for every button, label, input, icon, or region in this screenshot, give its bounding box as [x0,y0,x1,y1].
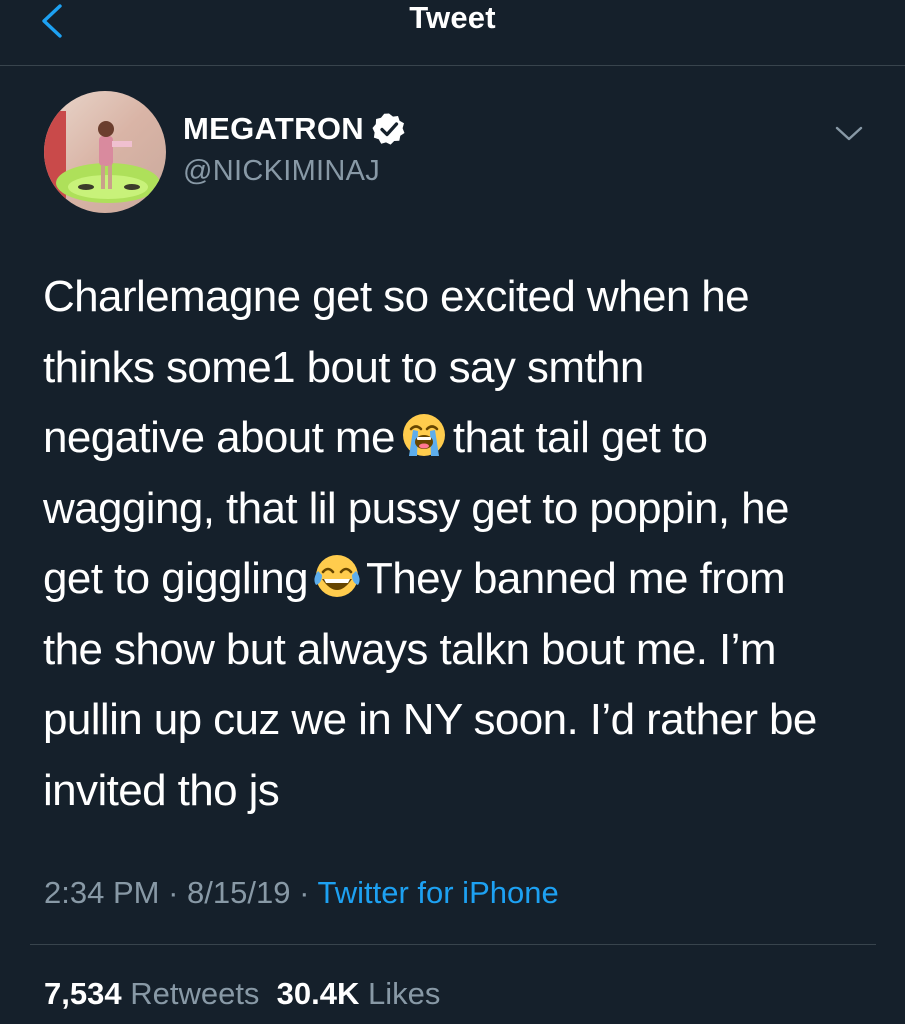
author-handle[interactable]: @NICKIMINAJ [183,153,380,189]
avatar-image [44,91,166,213]
meta-separator: · [168,875,179,910]
verified-badge-icon [372,113,405,145]
likes-stat[interactable]: 30.4K Likes [277,976,441,1011]
loudly-crying-face-emoji [402,414,445,456]
tweet-meta: 2:34 PM · 8/15/19 · Twitter for iPhone [44,873,559,913]
tweet-source-link[interactable]: Twitter for iPhone [317,875,558,910]
likes-count: 30.4K [276,976,360,1011]
top-bar: Tweet [0,0,905,66]
tweet-stats: 7,534 Retweets 30.4K Likes [44,974,440,1014]
face-with-tears-of-joy-emoji [314,555,360,597]
chevron-down-icon[interactable] [832,120,866,148]
page-title: Tweet [409,0,496,35]
meta-separator: · [299,875,310,910]
retweets-count: 7,534 [44,976,122,1011]
author-display-name: MEGATRON [183,111,364,146]
tweet-body: Charlemagne get so excited when he think… [43,262,873,826]
divider [30,944,876,945]
tweet-date: 8/15/19 [187,875,291,910]
author-name[interactable]: MEGATRON [183,110,406,148]
likes-label: Likes [368,976,441,1011]
retweets-stat[interactable]: 7,534 Retweets [44,976,259,1011]
tweet-time: 2:34 PM [44,875,160,910]
retweets-label: Retweets [130,976,260,1011]
avatar[interactable] [44,91,166,213]
